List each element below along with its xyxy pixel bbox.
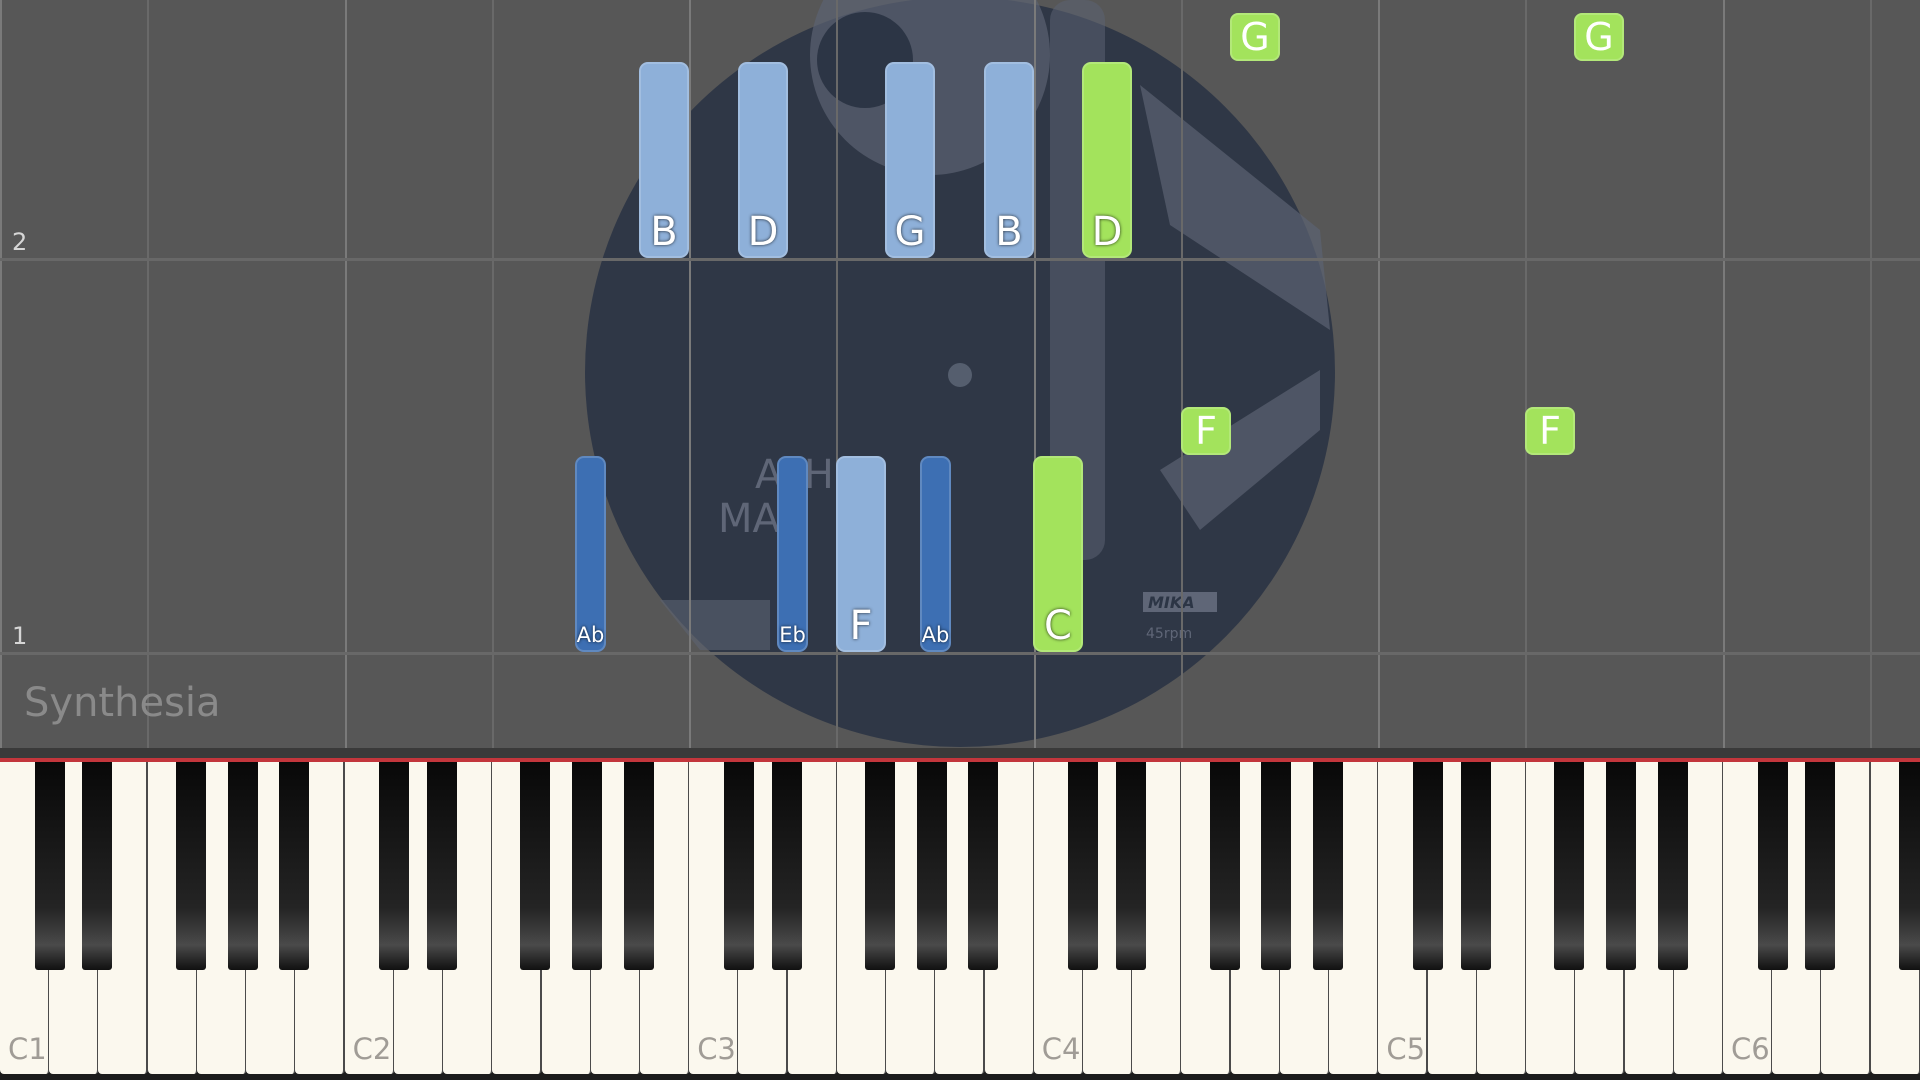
black-key[interactable] bbox=[771, 762, 802, 970]
black-key[interactable] bbox=[1805, 762, 1836, 970]
grid-line-octave bbox=[0, 0, 2, 748]
falling-note: F bbox=[1525, 407, 1575, 455]
octave-label: C6 bbox=[1731, 1032, 1770, 1066]
falling-note: C bbox=[1033, 456, 1083, 652]
grid-line bbox=[147, 0, 149, 748]
grid-line bbox=[1525, 0, 1527, 748]
album-art-logo: MIKA bbox=[1148, 593, 1195, 612]
album-art-background: ATH MAH MIKA 45rpm bbox=[585, 0, 1335, 747]
black-key[interactable] bbox=[520, 762, 551, 970]
grid-line-octave bbox=[1723, 0, 1725, 748]
falling-note: G bbox=[1574, 13, 1624, 61]
measure-line bbox=[0, 652, 1920, 655]
black-key[interactable] bbox=[1657, 762, 1688, 970]
falling-note: Eb bbox=[777, 456, 808, 652]
black-key[interactable] bbox=[1898, 762, 1920, 970]
black-key[interactable] bbox=[1116, 762, 1147, 970]
grid-line-octave bbox=[689, 0, 691, 748]
grid-line-octave bbox=[1378, 0, 1380, 748]
falling-note: G bbox=[1230, 13, 1280, 61]
black-key[interactable] bbox=[1068, 762, 1099, 970]
octave-label: C1 bbox=[8, 1032, 47, 1066]
black-key[interactable] bbox=[175, 762, 206, 970]
black-key[interactable] bbox=[1554, 762, 1585, 970]
grid-line bbox=[1181, 0, 1183, 748]
black-key[interactable] bbox=[1460, 762, 1491, 970]
black-key[interactable] bbox=[623, 762, 654, 970]
falling-note: F bbox=[1181, 407, 1231, 455]
falling-note: D bbox=[1082, 62, 1132, 258]
octave-label: C5 bbox=[1386, 1032, 1426, 1066]
black-key[interactable] bbox=[1605, 762, 1636, 970]
note-roll: ATH MAH MIKA 45rpm 2 1 B D G B D G G Ab … bbox=[0, 0, 1920, 748]
measure-number-1: 1 bbox=[12, 622, 28, 650]
measure-line bbox=[0, 258, 1920, 261]
synthesia-watermark: Synthesia bbox=[24, 680, 221, 726]
black-key[interactable] bbox=[723, 762, 754, 970]
octave-label: C4 bbox=[1041, 1032, 1081, 1066]
black-key[interactable] bbox=[279, 762, 310, 970]
black-key[interactable] bbox=[379, 762, 410, 970]
octave-label: C2 bbox=[352, 1032, 392, 1066]
black-key[interactable] bbox=[865, 762, 896, 970]
black-key[interactable] bbox=[82, 762, 113, 970]
black-key[interactable] bbox=[572, 762, 603, 970]
black-key[interactable] bbox=[1209, 762, 1240, 970]
falling-note: F bbox=[836, 456, 886, 652]
album-art-rpm: 45rpm bbox=[1146, 626, 1192, 642]
octave-label: C3 bbox=[697, 1032, 736, 1066]
falling-note: Ab bbox=[920, 456, 951, 652]
falling-note: B bbox=[639, 62, 689, 258]
black-key[interactable] bbox=[1757, 762, 1788, 970]
grid-line bbox=[1870, 0, 1872, 748]
black-key[interactable] bbox=[916, 762, 947, 970]
measure-number-2: 2 bbox=[12, 228, 28, 256]
black-key[interactable] bbox=[1412, 762, 1443, 970]
piano-keyboard[interactable]: C1 C2 C3 C4 C5 C6 bbox=[0, 762, 1920, 1080]
falling-note: B bbox=[984, 62, 1034, 258]
black-key[interactable] bbox=[1313, 762, 1344, 970]
black-key[interactable] bbox=[1261, 762, 1292, 970]
falling-note: D bbox=[738, 62, 788, 258]
falling-note: Ab bbox=[575, 456, 606, 652]
black-key[interactable] bbox=[426, 762, 457, 970]
grid-line bbox=[492, 0, 494, 748]
falling-note: G bbox=[885, 62, 935, 258]
black-key[interactable] bbox=[34, 762, 65, 970]
black-key[interactable] bbox=[227, 762, 258, 970]
grid-line-octave bbox=[345, 0, 347, 748]
black-key[interactable] bbox=[968, 762, 999, 970]
